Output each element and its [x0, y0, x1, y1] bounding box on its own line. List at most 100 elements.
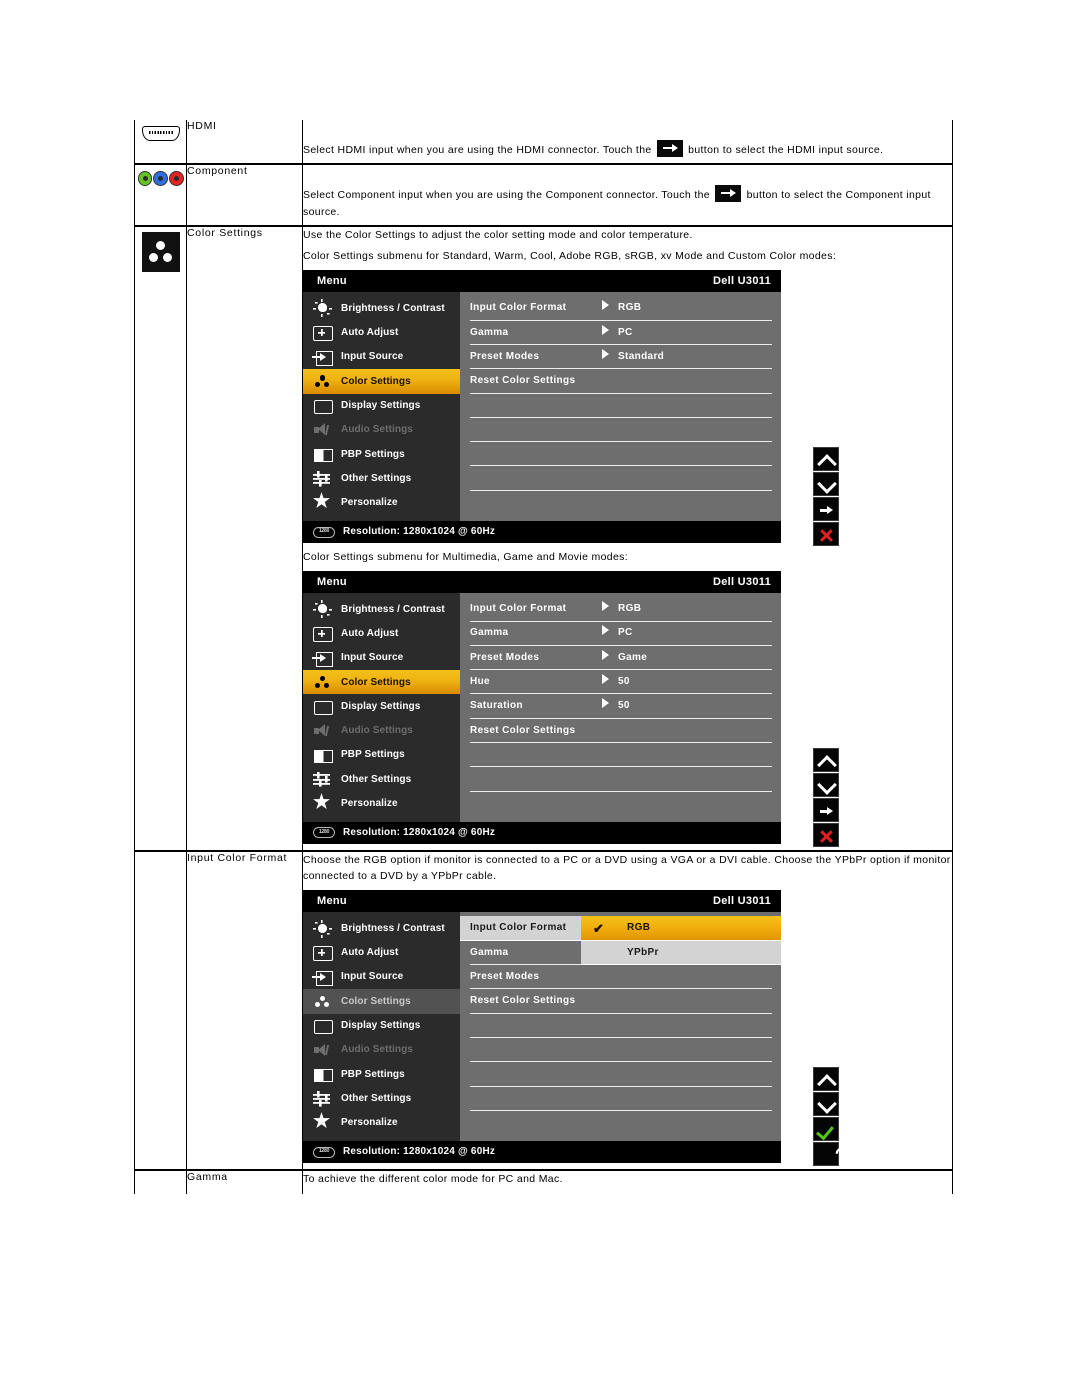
right-arrow-icon[interactable] [813, 497, 839, 522]
row-desc-color-settings: Use the Color Settings to adjust the col… [302, 224, 953, 851]
sidebar-item-auto-adjust[interactable]: Auto Adjust [303, 622, 460, 646]
osd-resolution-bar: 1280 Resolution: 1280x1024 @ 60Hz [303, 521, 781, 543]
submenu-option-rgb[interactable]: ✔ RGB [581, 916, 781, 941]
sidebar-item-other-settings[interactable]: Other Settings [303, 767, 460, 791]
chevron-right-icon [602, 650, 618, 666]
color-settings-caption1: Color Settings submenu for Standard, War… [303, 250, 837, 263]
sidebar-item-personalize[interactable]: Personalize [303, 491, 460, 515]
row-label-hdmi: HDMI [186, 120, 303, 165]
chevron-right-icon [602, 349, 618, 365]
input-color-format-submenu: ✔ RGB YPbPr [581, 916, 781, 966]
submenu-option-ypbpr[interactable]: YPbPr [581, 940, 781, 966]
osd-row-preset-modes[interactable]: Preset Modes [470, 965, 772, 990]
sidebar-item-color-settings[interactable]: Color Settings [303, 989, 460, 1014]
osd-resolution-bar: 1280 Resolution: 1280x1024 @ 60Hz [303, 821, 781, 844]
sidebar-item-personalize[interactable]: Personalize [303, 1111, 460, 1135]
osd-row-value: RGB [618, 603, 642, 615]
component-desc-pre: Select Component input when you are usin… [303, 189, 710, 202]
osd-row-reset-color-settings[interactable]: Reset Color Settings [470, 989, 772, 1014]
sidebar-item-auto-adjust[interactable]: Auto Adjust [303, 321, 460, 345]
sidebar-item-pbp-settings[interactable]: PBP Settings [303, 442, 460, 466]
row-label-color-settings: Color Settings [186, 224, 303, 851]
up-arrow-icon[interactable] [813, 748, 839, 773]
row-desc-hdmi: Select HDMI input when you are using the… [302, 120, 953, 165]
input-source-icon [312, 348, 333, 366]
close-x-icon[interactable] [813, 823, 839, 848]
sidebar-item-brightness-contrast[interactable]: Brightness / Contrast [303, 597, 460, 621]
osd-row-empty [470, 767, 772, 792]
sidebar-item-input-source[interactable]: Input Source [303, 965, 460, 989]
confirm-check-icon[interactable] [813, 1117, 839, 1142]
osd-row-empty [470, 792, 772, 816]
osd-row-gamma[interactable]: Gamma PC [470, 321, 772, 345]
back-arrow-icon[interactable] [813, 1142, 839, 1167]
sidebar-item-auto-adjust[interactable]: Auto Adjust [303, 941, 460, 965]
osd-title-bar: Menu Dell U3011 [303, 890, 781, 913]
input-source-icon [312, 968, 333, 986]
sidebar-item-other-settings[interactable]: Other Settings [303, 1087, 460, 1111]
sidebar-item-color-settings[interactable]: Color Settings [303, 670, 460, 695]
table-row: Component Select Component input when yo… [134, 163, 953, 226]
sidebar-item-label: PBP Settings [341, 749, 405, 761]
osd-row-value: PC [618, 627, 633, 639]
right-arrow-icon[interactable] [813, 798, 839, 823]
sidebar-item-color-settings[interactable]: Color Settings [303, 369, 460, 394]
osd-row-value: 50 [618, 700, 630, 712]
osd-row-value: 50 [618, 676, 630, 688]
sidebar-item-personalize[interactable]: Personalize [303, 792, 460, 816]
hdmi-connector-icon [141, 126, 180, 141]
row-icon-cell [134, 849, 187, 1171]
osd-row-hue[interactable]: Hue 50 [470, 670, 772, 695]
osd-nav-buttons [813, 447, 839, 547]
osd-row-preset-modes[interactable]: Preset Modes Game [470, 646, 772, 671]
up-arrow-icon[interactable] [813, 447, 839, 472]
sidebar-item-label: Auto Adjust [341, 327, 399, 339]
osd-row-empty [470, 1111, 772, 1135]
osd-title-bar: Menu Dell U3011 [303, 571, 781, 594]
sidebar-item-audio-settings: Audio Settings [303, 418, 460, 442]
osd-row-empty [470, 1014, 772, 1038]
sidebar-item-input-source[interactable]: Input Source [303, 345, 460, 369]
down-arrow-icon[interactable] [813, 773, 839, 798]
brightness-contrast-icon [312, 919, 332, 938]
personalize-star-icon [312, 492, 332, 512]
sidebar-item-display-settings[interactable]: Display Settings [303, 1014, 460, 1038]
sidebar-item-pbp-settings[interactable]: PBP Settings [303, 1062, 460, 1086]
up-arrow-icon[interactable] [813, 1067, 839, 1092]
osd-row-label: Hue [470, 676, 490, 688]
osd-panel: Menu Dell U3011 Brightness / Contrast Au… [303, 890, 781, 1164]
osd-row-gamma[interactable]: Gamma PC [470, 622, 772, 646]
osd-row-preset-modes[interactable]: Preset Modes Standard [470, 345, 772, 370]
sidebar-item-brightness-contrast[interactable]: Brightness / Contrast [303, 916, 460, 940]
down-arrow-icon[interactable] [813, 472, 839, 497]
sidebar-item-display-settings[interactable]: Display Settings [303, 694, 460, 718]
osd-row-reset-color-settings[interactable]: Reset Color Settings [470, 369, 772, 394]
osd-resolution-text: Resolution: 1280x1024 @ 60Hz [343, 1146, 496, 1158]
osd-row-label: Reset Color Settings [470, 724, 576, 736]
sidebar-item-brightness-contrast[interactable]: Brightness / Contrast [303, 296, 460, 320]
osd-screenshot-standard: Menu Dell U3011 Brightness / Contrast Au… [303, 270, 952, 547]
sidebar-item-label: Personalize [341, 1117, 398, 1129]
close-x-icon[interactable] [813, 522, 839, 547]
sidebar-item-display-settings[interactable]: Display Settings [303, 394, 460, 418]
sidebar-item-label: Auto Adjust [341, 627, 399, 639]
color-settings-icon [312, 993, 332, 1011]
color-settings-caption2: Color Settings submenu for Multimedia, G… [303, 551, 629, 563]
osd-row-reset-color-settings[interactable]: Reset Color Settings [470, 719, 772, 744]
osd-content-pane: Input Color Format RGB Gamma PC Preset M [460, 292, 781, 521]
sidebar-item-pbp-settings[interactable]: PBP Settings [303, 743, 460, 767]
osd-row-value: PC [618, 326, 633, 338]
osd-row-empty [470, 1087, 772, 1111]
osd-row-label: Saturation [470, 700, 523, 712]
sidebar-item-other-settings[interactable]: Other Settings [303, 466, 460, 490]
down-arrow-icon[interactable] [813, 1092, 839, 1117]
osd-row-input-color-format[interactable]: Input Color Format RGB [470, 597, 772, 622]
color-settings-dots-icon [141, 231, 180, 272]
sidebar-item-label: PBP Settings [341, 1068, 405, 1080]
osd-row-saturation[interactable]: Saturation 50 [470, 694, 772, 719]
pbp-settings-icon [312, 746, 333, 764]
osd-row-empty [470, 1062, 772, 1087]
sidebar-item-audio-settings: Audio Settings [303, 719, 460, 743]
sidebar-item-input-source[interactable]: Input Source [303, 646, 460, 670]
osd-row-input-color-format[interactable]: Input Color Format RGB [470, 296, 772, 321]
